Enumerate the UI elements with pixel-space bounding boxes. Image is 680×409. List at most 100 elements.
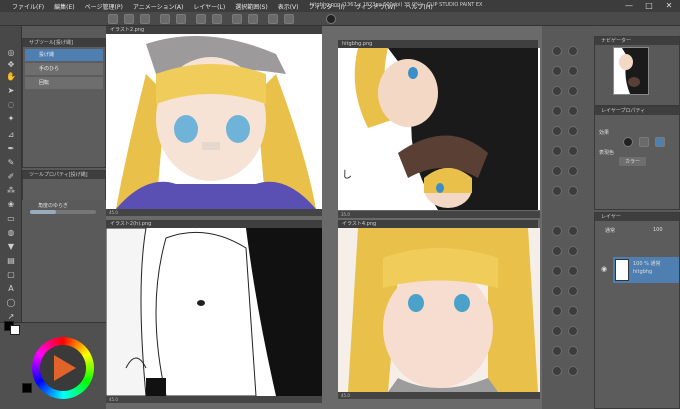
hand-icon[interactable]: ✋ xyxy=(5,72,17,82)
pen-icon[interactable]: ✒ xyxy=(5,144,17,154)
menu-file[interactable]: ファイル(F) xyxy=(8,2,48,11)
view-button[interactable] xyxy=(552,286,562,296)
view-button[interactable] xyxy=(568,246,578,256)
menu-edit[interactable]: 編集(E) xyxy=(50,2,78,11)
view-button[interactable] xyxy=(552,346,562,356)
view-button[interactable] xyxy=(552,86,562,96)
effect-icon[interactable] xyxy=(655,137,665,147)
lasso-icon[interactable]: ◌ xyxy=(5,100,17,110)
color-triangle[interactable] xyxy=(54,355,76,381)
pencil-icon[interactable]: ✎ xyxy=(5,158,17,168)
layer-row[interactable]: 100 % 通常 hitgbhg xyxy=(613,257,679,283)
layer-tab[interactable]: レイヤー xyxy=(595,213,679,221)
menu-animation[interactable]: アニメーション(A) xyxy=(129,2,188,11)
subtool-item-rotate[interactable]: 回転 xyxy=(25,77,103,89)
canvas-view-4[interactable] xyxy=(338,228,540,392)
view-button[interactable] xyxy=(568,346,578,356)
text-icon[interactable]: A xyxy=(5,284,17,294)
layer-property-tab[interactable]: レイヤープロパティ xyxy=(595,107,679,115)
canvas-view-3[interactable] xyxy=(106,228,322,396)
transparent-swatch[interactable] xyxy=(22,383,32,393)
view-button[interactable] xyxy=(568,146,578,156)
settings-icon[interactable] xyxy=(326,14,336,24)
snap-grid-icon[interactable] xyxy=(284,14,294,24)
transform-icon[interactable] xyxy=(212,14,222,24)
open-file-icon[interactable] xyxy=(124,14,134,24)
deselect-icon[interactable] xyxy=(232,14,242,24)
fill-icon[interactable]: ▼ xyxy=(5,242,17,252)
view-button[interactable] xyxy=(568,86,578,96)
decoration-icon[interactable]: ❀ xyxy=(5,200,17,210)
figure-icon[interactable]: ▢ xyxy=(5,270,17,280)
clear-icon[interactable] xyxy=(196,14,206,24)
maximize-button[interactable]: □ xyxy=(642,1,656,11)
view-button[interactable] xyxy=(552,246,562,256)
eye-icon[interactable]: ◉ xyxy=(601,265,607,273)
view-tab-2[interactable]: hitgbhg.png xyxy=(338,40,538,48)
view-button[interactable] xyxy=(568,166,578,176)
close-button[interactable]: ✕ xyxy=(662,1,676,11)
zoom-icon[interactable]: ◎ xyxy=(5,48,17,58)
view-tab-4[interactable]: イラスト4.png xyxy=(338,220,538,228)
express-color-select[interactable]: カラー xyxy=(619,157,647,166)
subtool-item-lasso[interactable]: 投げ縄 xyxy=(25,49,103,61)
blend-mode-select[interactable]: 通常 xyxy=(605,227,615,234)
menu-selection[interactable]: 選択範囲(S) xyxy=(231,2,272,11)
view-button[interactable] xyxy=(552,46,562,56)
view-button[interactable] xyxy=(552,226,562,236)
view-button[interactable] xyxy=(568,286,578,296)
view-button[interactable] xyxy=(552,106,562,116)
view-button[interactable] xyxy=(568,126,578,136)
view-button[interactable] xyxy=(568,266,578,276)
eyedropper-icon[interactable]: ⊿ xyxy=(5,130,17,140)
view-button[interactable] xyxy=(552,146,562,156)
border-effect-icon[interactable] xyxy=(623,137,633,147)
balloon-icon[interactable]: ◯ xyxy=(5,298,17,308)
view-button[interactable] xyxy=(568,186,578,196)
eraser-icon[interactable]: ▭ xyxy=(5,214,17,224)
tool-property-tab[interactable]: ツールプロパティ[投げ縄] xyxy=(23,171,105,179)
navigator-tab[interactable]: ナビゲーター xyxy=(595,37,679,45)
view-tab-3[interactable]: イラスト2(h).png xyxy=(106,220,322,228)
subtool-tab[interactable]: サブツール[投げ縄] xyxy=(23,39,105,47)
save-icon[interactable] xyxy=(140,14,150,24)
airbrush-icon[interactable]: ⁂ xyxy=(5,186,17,196)
view-button[interactable] xyxy=(552,306,562,316)
minimize-button[interactable]: — xyxy=(622,1,636,11)
gradient-icon[interactable]: ▤ xyxy=(5,256,17,266)
view-tab-1[interactable]: イラスト2.png xyxy=(106,26,322,34)
sub-color-swatch[interactable] xyxy=(10,325,20,335)
view-button[interactable] xyxy=(552,326,562,336)
view-button[interactable] xyxy=(568,306,578,316)
view-button[interactable] xyxy=(552,166,562,176)
subtool-item-hand[interactable]: 手のひら xyxy=(25,63,103,75)
canvas-view-1[interactable] xyxy=(106,34,322,209)
view-button[interactable] xyxy=(552,266,562,276)
canvas-view-2[interactable]: し xyxy=(338,48,540,210)
opacity-value[interactable]: 100 xyxy=(653,227,663,233)
view-button[interactable] xyxy=(552,66,562,76)
snap-ruler-icon[interactable] xyxy=(268,14,278,24)
color-wheel[interactable] xyxy=(32,337,94,399)
redo-icon[interactable] xyxy=(176,14,186,24)
view-button[interactable] xyxy=(552,186,562,196)
menu-view[interactable]: 表示(V) xyxy=(274,2,303,11)
move-icon[interactable]: ✥ xyxy=(5,60,17,70)
view-button[interactable] xyxy=(568,106,578,116)
brush-size-slider[interactable] xyxy=(30,210,96,214)
invert-selection-icon[interactable] xyxy=(248,14,258,24)
view-button[interactable] xyxy=(568,226,578,236)
effect-icon[interactable] xyxy=(639,137,649,147)
undo-icon[interactable] xyxy=(160,14,170,24)
wand-icon[interactable]: ✦ xyxy=(5,114,17,124)
view-button[interactable] xyxy=(552,126,562,136)
view-button[interactable] xyxy=(568,46,578,56)
view-button[interactable] xyxy=(568,326,578,336)
blend-icon[interactable]: ◍ xyxy=(5,228,17,238)
new-file-icon[interactable] xyxy=(108,14,118,24)
menu-page[interactable]: ページ管理(P) xyxy=(81,2,127,11)
view-button[interactable] xyxy=(568,66,578,76)
view-button[interactable] xyxy=(552,366,562,376)
brush-icon[interactable]: ✐ xyxy=(5,172,17,182)
menu-layer[interactable]: レイヤー(L) xyxy=(189,2,229,11)
